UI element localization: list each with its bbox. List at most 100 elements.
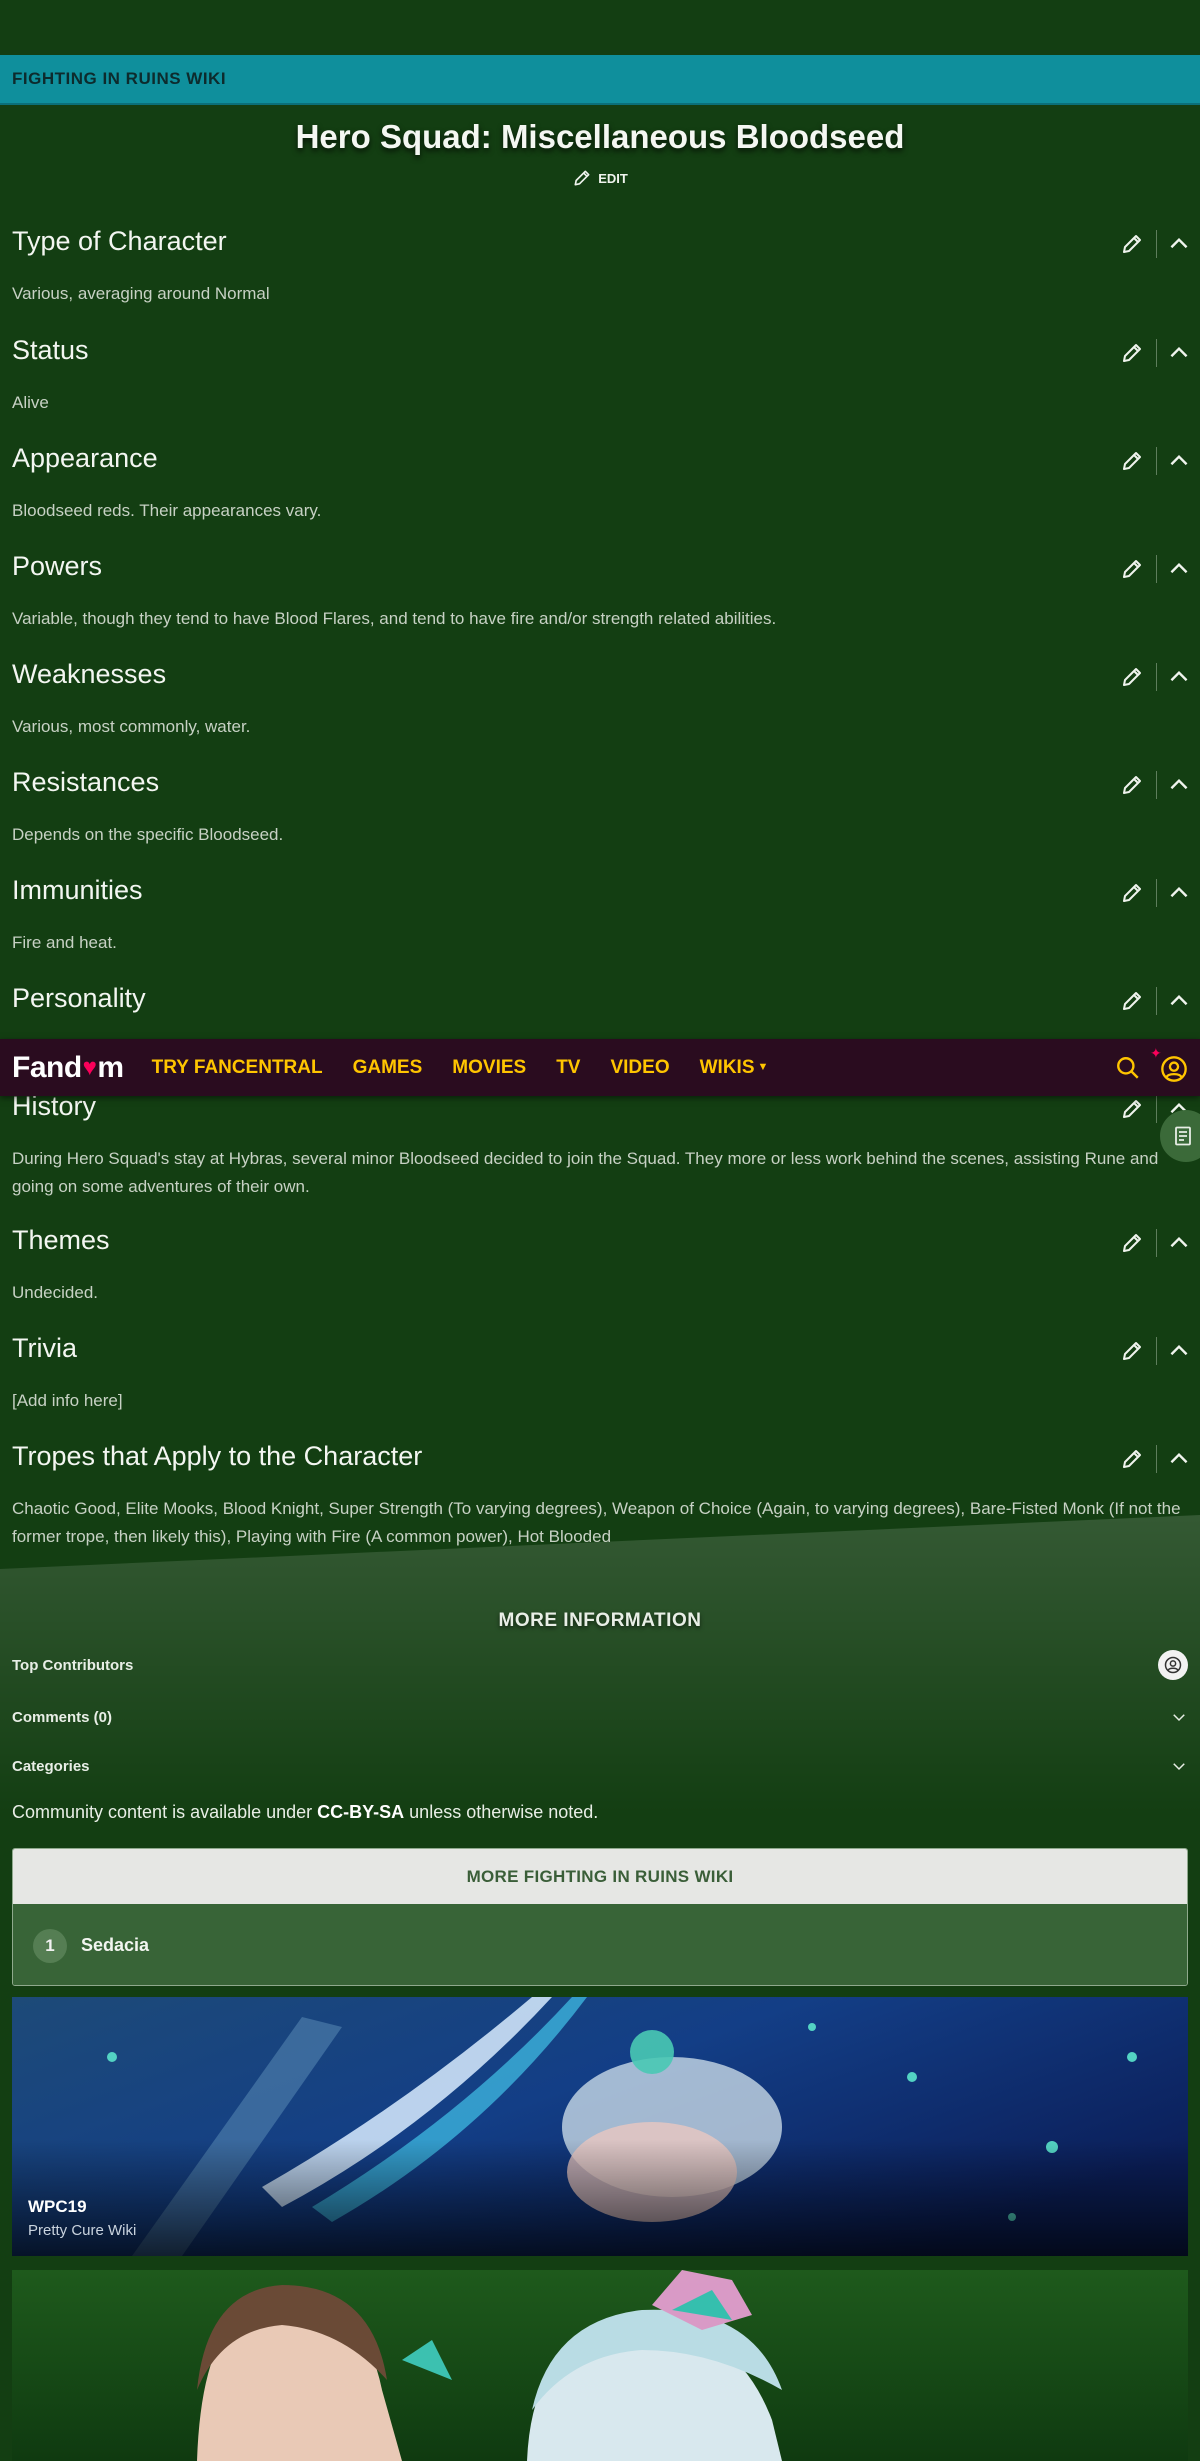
fandom-logo[interactable]: Fand ♥ m bbox=[12, 1051, 124, 1085]
fandom-logo-text-left: Fand bbox=[12, 1050, 82, 1084]
section-header: Type of Character bbox=[0, 220, 1200, 268]
nav-games[interactable]: GAMES bbox=[353, 1057, 423, 1079]
section: Weaknesses Various, most commonly, water. bbox=[0, 653, 1200, 741]
fandom-global-nav: Fand ♥ m TRY FANCENTRAL GAMES MOVIES TV … bbox=[0, 1039, 1200, 1096]
section: Powers Variable, though they tend to have… bbox=[0, 545, 1200, 633]
section-title: Personality bbox=[12, 983, 146, 1013]
divider bbox=[1156, 555, 1157, 583]
pencil-icon[interactable] bbox=[1120, 1231, 1144, 1255]
nav-wikis[interactable]: WIKIS ▼ bbox=[700, 1057, 769, 1079]
section-title: Type of Character bbox=[12, 226, 227, 256]
section-title: Powers bbox=[12, 551, 103, 581]
top-contributors-row: Top Contributors bbox=[12, 1650, 1188, 1680]
section-header: Immunities bbox=[0, 869, 1200, 917]
section-content: [Add info here] bbox=[12, 1391, 123, 1410]
more-information-heading: MORE INFORMATION bbox=[498, 1610, 702, 1631]
page-title: Hero Squad: Miscellaneous Bloodseed bbox=[295, 118, 905, 155]
divider bbox=[1156, 771, 1157, 799]
section: Immunities Fire and heat. bbox=[0, 869, 1200, 957]
categories-row[interactable]: Categories bbox=[12, 1751, 1188, 1781]
pencil-icon[interactable] bbox=[1120, 1447, 1144, 1471]
license-suffix: unless otherwise noted. bbox=[404, 1802, 599, 1822]
section-content: Bloodseed reds. Their appearances vary. bbox=[12, 501, 322, 520]
section: History During Hero Squad's stay at Hybra… bbox=[0, 1085, 1200, 1235]
section: Appearance Bloodseed reds. Their appearan… bbox=[0, 437, 1200, 525]
caret-down-icon: ▼ bbox=[757, 1061, 769, 1074]
chevron-up-icon[interactable] bbox=[1166, 556, 1192, 582]
pencil-icon[interactable] bbox=[1120, 773, 1144, 797]
community-header: FIGHTING IN RUINS WIKI bbox=[0, 55, 1200, 105]
pencil-icon[interactable] bbox=[1120, 665, 1144, 689]
section-title: Appearance bbox=[12, 443, 158, 473]
chevron-up-icon[interactable] bbox=[1166, 664, 1192, 690]
section-header: Status bbox=[0, 329, 1200, 377]
nav-try-fancentral[interactable]: TRY FANCENTRAL bbox=[152, 1057, 323, 1079]
chevron-up-icon[interactable] bbox=[1166, 1338, 1192, 1364]
nav-movies[interactable]: MOVIES bbox=[452, 1057, 526, 1079]
search-icon[interactable] bbox=[1115, 1055, 1141, 1081]
section: Themes Undecided. bbox=[0, 1219, 1200, 1307]
license-notice: Community content is available under CC-… bbox=[12, 1802, 598, 1823]
section-header: Resistances bbox=[0, 761, 1200, 809]
user-icon bbox=[1164, 1656, 1182, 1674]
section-title: Tropes that Apply to the Character bbox=[12, 1441, 423, 1471]
chevron-up-icon[interactable] bbox=[1166, 880, 1192, 906]
section-header: Appearance bbox=[0, 437, 1200, 485]
pencil-icon[interactable] bbox=[1120, 989, 1144, 1013]
card-thumbnail-image bbox=[12, 1997, 1188, 2256]
section-content: During Hero Squad's stay at Hybras, seve… bbox=[12, 1149, 1159, 1196]
item-number: 1 bbox=[33, 1928, 67, 1963]
section-header: Tropes that Apply to the Character bbox=[0, 1435, 1200, 1483]
chevron-up-icon[interactable] bbox=[1166, 231, 1192, 257]
divider bbox=[1156, 987, 1157, 1015]
section-header: Themes bbox=[0, 1219, 1200, 1267]
nav-wikis-label: WIKIS bbox=[699, 1056, 755, 1078]
fandom-logo-text-right: m bbox=[97, 1050, 124, 1084]
section: Type of Character Various, averaging arou… bbox=[0, 220, 1200, 308]
divider bbox=[1156, 1337, 1157, 1365]
section-content: Variable, though they tend to have Blood… bbox=[12, 609, 777, 628]
divider bbox=[1156, 879, 1157, 907]
chevron-up-icon[interactable] bbox=[1166, 1446, 1192, 1472]
recommendation-card[interactable]: WPC19 Pretty Cure Wiki bbox=[12, 1997, 1188, 2256]
chevron-up-icon[interactable] bbox=[1166, 340, 1192, 366]
pencil-icon[interactable] bbox=[1120, 1097, 1144, 1121]
pencil-icon[interactable] bbox=[1120, 341, 1144, 365]
license-link[interactable]: CC-BY-SA bbox=[317, 1802, 404, 1822]
section: Status Alive bbox=[0, 329, 1200, 417]
page-edit-button[interactable]: EDIT bbox=[0, 168, 1200, 188]
nav-video[interactable]: VIDEO bbox=[610, 1057, 669, 1079]
pencil-icon[interactable] bbox=[1120, 557, 1144, 581]
divider bbox=[1156, 1229, 1157, 1257]
pencil-icon[interactable] bbox=[1120, 449, 1144, 473]
categories-label: Categories bbox=[12, 1757, 90, 1775]
section-content: Depends on the specific Bloodseed. bbox=[12, 825, 284, 844]
comments-label: Comments (0) bbox=[12, 1708, 113, 1726]
pencil-icon[interactable] bbox=[1120, 232, 1144, 256]
section-title: Themes bbox=[12, 1225, 110, 1255]
chevron-down-icon bbox=[1173, 1714, 1185, 1722]
card-thumbnail-image bbox=[12, 2270, 1188, 2461]
recommendation-card-2[interactable] bbox=[12, 2270, 1188, 2461]
edit-label: EDIT bbox=[598, 170, 628, 186]
more-wiki-heading: MORE FIGHTING IN RUINS WIKI bbox=[13, 1849, 1187, 1904]
divider bbox=[1156, 339, 1157, 367]
chevron-up-icon[interactable] bbox=[1166, 1230, 1192, 1256]
more-wiki-item[interactable]: 1 Sedacia bbox=[13, 1904, 1187, 1985]
chevron-up-icon[interactable] bbox=[1166, 772, 1192, 798]
section-content: Fire and heat. bbox=[12, 933, 117, 952]
chevron-up-icon[interactable] bbox=[1166, 448, 1192, 474]
chevron-up-icon[interactable] bbox=[1166, 988, 1192, 1014]
pencil-icon[interactable] bbox=[1120, 1339, 1144, 1363]
card-title: WPC19 bbox=[28, 2197, 87, 2216]
section-content: Various, most commonly, water. bbox=[12, 717, 251, 736]
comments-row[interactable]: Comments (0) bbox=[12, 1702, 1188, 1732]
nav-tv[interactable]: TV bbox=[556, 1057, 580, 1079]
divider bbox=[1156, 1445, 1157, 1473]
wiki-name-link[interactable]: FIGHTING IN RUINS WIKI bbox=[12, 69, 226, 89]
document-icon bbox=[1175, 1126, 1191, 1146]
pencil-icon[interactable] bbox=[1120, 881, 1144, 905]
section-header: Powers bbox=[0, 545, 1200, 593]
user-icon[interactable] bbox=[1160, 1055, 1188, 1083]
contributor-avatar[interactable] bbox=[1158, 1650, 1188, 1680]
